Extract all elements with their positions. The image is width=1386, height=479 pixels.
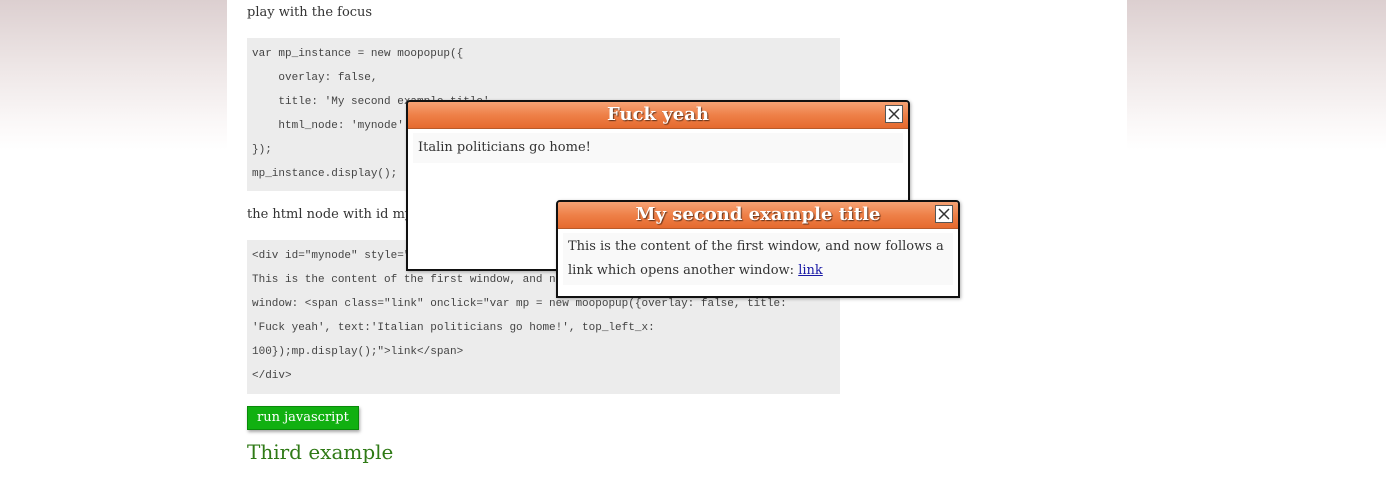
popup-title: Fuck yeah — [607, 104, 709, 125]
code-line: 100});mp.display();">link</span> — [252, 346, 464, 358]
popup-window-second-example[interactable]: My second example title This is the cont… — [556, 200, 960, 298]
open-window-link[interactable]: link — [798, 263, 823, 278]
popup-header[interactable]: My second example title — [558, 202, 958, 229]
popup-header[interactable]: Fuck yeah — [408, 102, 908, 129]
intro-text: play with the focus — [247, 5, 373, 20]
close-icon[interactable] — [935, 205, 953, 223]
code-line: 'Fuck yeah', text:'Italian politicians g… — [252, 322, 655, 334]
code-line: overlay: false, — [252, 72, 378, 84]
run-javascript-button[interactable]: run javascript — [247, 406, 359, 430]
code-line: var mp_instance = new moopopup({ — [252, 48, 464, 60]
popup-content: This is the content of the first window,… — [563, 233, 953, 285]
code-line: </div> — [252, 370, 292, 382]
popup-content: Italin politicians go home! — [413, 133, 903, 163]
close-icon[interactable] — [885, 105, 903, 123]
popup-content-text: This is the content of the first window,… — [568, 239, 944, 278]
popup-title: My second example title — [635, 204, 881, 225]
section-title: Third example — [247, 440, 394, 464]
